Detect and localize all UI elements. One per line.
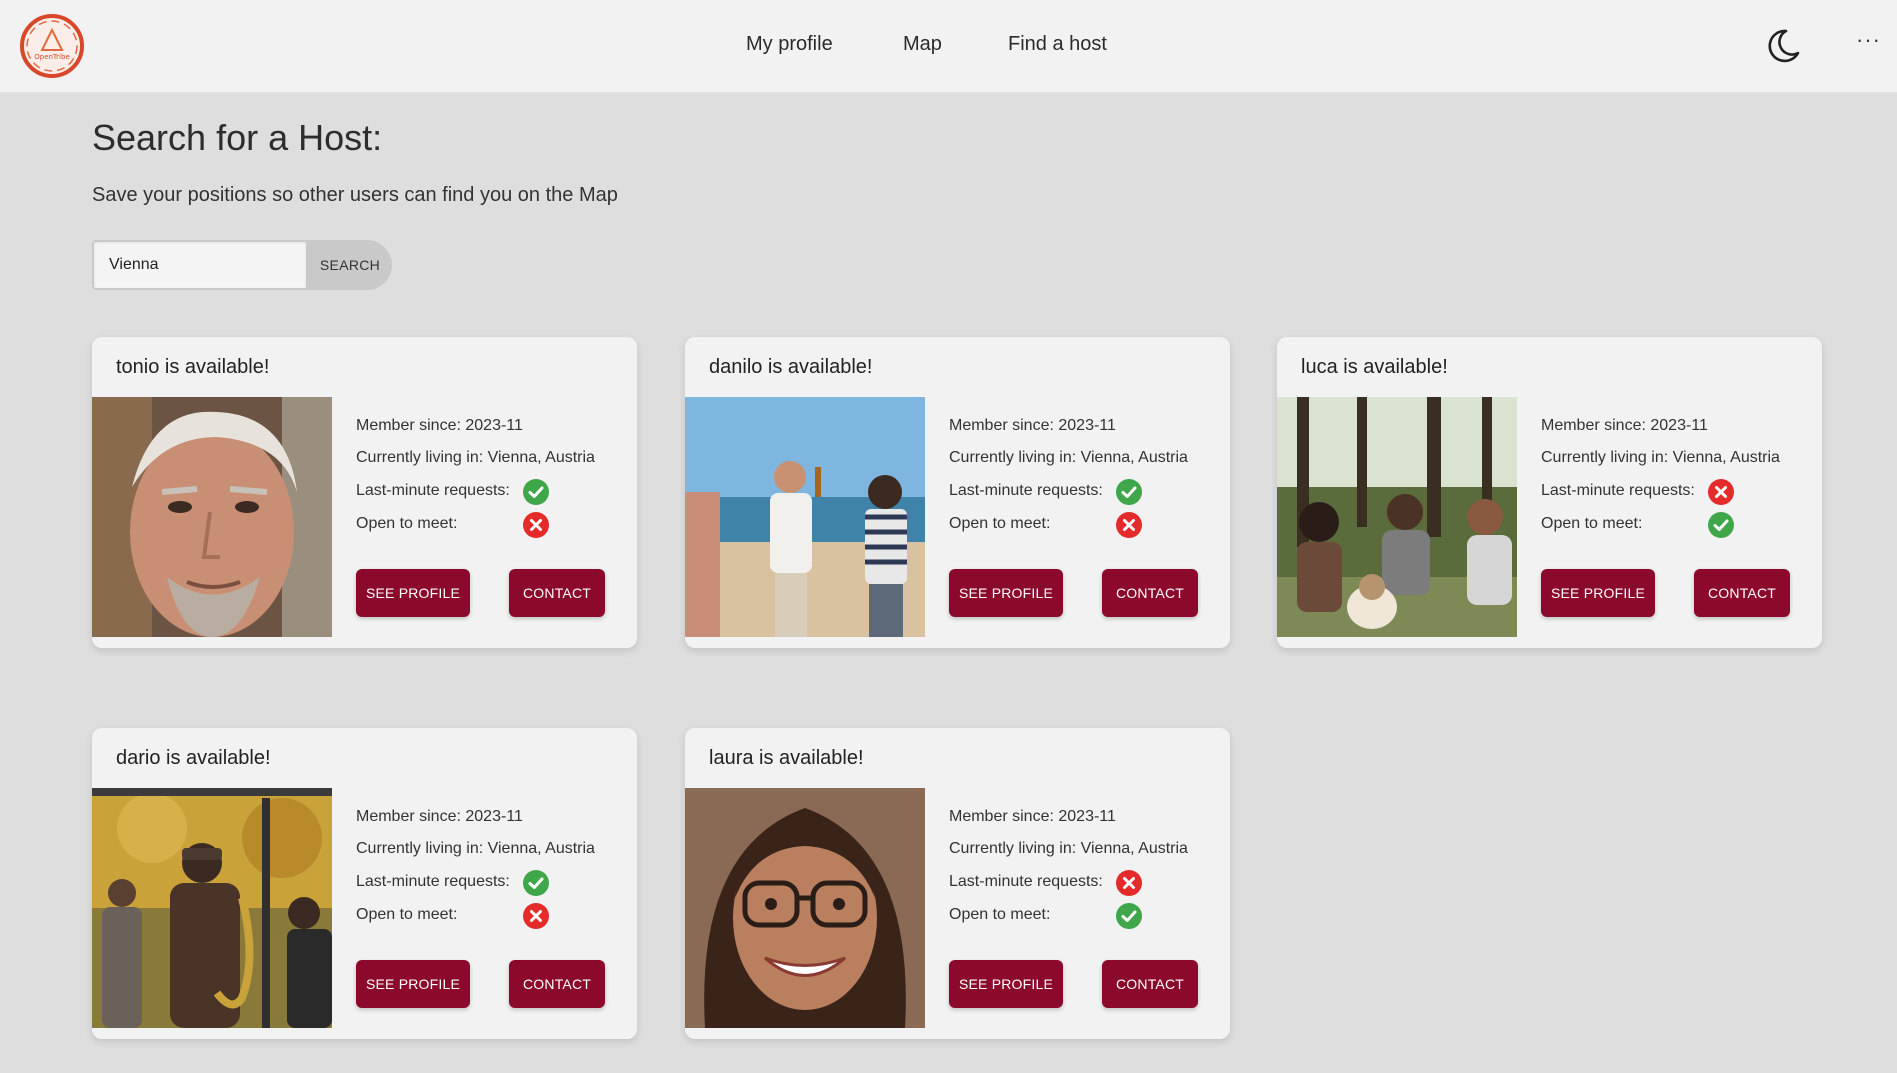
last-minute-label: Last-minute requests: xyxy=(356,873,510,890)
living-location: Currently living in: Vienna, Austria xyxy=(356,840,595,857)
nav-my-profile[interactable]: My profile xyxy=(746,33,833,56)
member-since: Member since: 2023-11 xyxy=(356,417,523,434)
host-card-title: danilo is available! xyxy=(709,356,873,378)
contact-button[interactable]: CONTACT xyxy=(1102,569,1198,617)
living-location: Currently living in: Vienna, Austria xyxy=(949,449,1188,466)
see-profile-button[interactable]: SEE PROFILE xyxy=(1541,569,1655,617)
open-to-meet-label: Open to meet: xyxy=(1541,515,1643,532)
host-photo xyxy=(92,397,332,637)
check-icon xyxy=(523,870,549,896)
nav-map[interactable]: Map xyxy=(903,33,942,56)
contact-button[interactable]: CONTACT xyxy=(1694,569,1790,617)
more-menu-button[interactable]: ··· xyxy=(1856,29,1881,51)
see-profile-button[interactable]: SEE PROFILE xyxy=(949,569,1063,617)
open-to-meet-label: Open to meet: xyxy=(356,906,458,923)
moon-icon[interactable] xyxy=(1764,27,1802,65)
last-minute-label: Last-minute requests: xyxy=(356,482,510,499)
contact-button[interactable]: CONTACT xyxy=(509,960,605,1008)
member-since: Member since: 2023-11 xyxy=(949,808,1116,825)
living-location: Currently living in: Vienna, Austria xyxy=(1541,449,1780,466)
living-location: Currently living in: Vienna, Austria xyxy=(356,449,595,466)
search-input[interactable] xyxy=(92,240,308,290)
host-card: laura is available! Member since: 2023-1… xyxy=(685,728,1230,1039)
member-since: Member since: 2023-11 xyxy=(356,808,523,825)
page-subtitle: Save your positions so other users can f… xyxy=(92,184,618,206)
host-photo xyxy=(685,397,925,637)
check-icon xyxy=(1116,903,1142,929)
check-icon xyxy=(1116,479,1142,505)
host-card: dario is available! Member since: 2023-1… xyxy=(92,728,637,1039)
main-nav: My profile Map Find a host xyxy=(0,0,1897,93)
check-icon xyxy=(1708,512,1734,538)
living-location: Currently living in: Vienna, Austria xyxy=(949,840,1188,857)
see-profile-button[interactable]: SEE PROFILE xyxy=(949,960,1063,1008)
search-button[interactable]: SEARCH xyxy=(308,240,392,290)
member-since: Member since: 2023-11 xyxy=(1541,417,1708,434)
cross-icon xyxy=(523,903,549,929)
contact-button[interactable]: CONTACT xyxy=(509,569,605,617)
search-bar: SEARCH xyxy=(92,240,392,290)
host-card: tonio is available! Member since: 2023-1… xyxy=(92,337,637,648)
page-title: Search for a Host: xyxy=(92,117,383,158)
open-to-meet-label: Open to meet: xyxy=(356,515,458,532)
host-card: luca is available! Member since: 2023-11… xyxy=(1277,337,1822,648)
host-card-title: tonio is available! xyxy=(116,356,270,378)
last-minute-label: Last-minute requests: xyxy=(949,873,1103,890)
member-since: Member since: 2023-11 xyxy=(949,417,1116,434)
cross-icon xyxy=(1708,479,1734,505)
see-profile-button[interactable]: SEE PROFILE xyxy=(356,569,470,617)
see-profile-button[interactable]: SEE PROFILE xyxy=(356,960,470,1008)
host-photo xyxy=(92,788,332,1028)
cross-icon xyxy=(1116,870,1142,896)
last-minute-label: Last-minute requests: xyxy=(1541,482,1695,499)
host-photo xyxy=(1277,397,1517,637)
host-card-title: laura is available! xyxy=(709,747,864,769)
open-to-meet-label: Open to meet: xyxy=(949,515,1051,532)
top-navbar: OpenTribe My profile Map Find a host ··· xyxy=(0,0,1897,93)
nav-find-a-host[interactable]: Find a host xyxy=(1008,33,1107,56)
last-minute-label: Last-minute requests: xyxy=(949,482,1103,499)
host-card-title: luca is available! xyxy=(1301,356,1448,378)
contact-button[interactable]: CONTACT xyxy=(1102,960,1198,1008)
cross-icon xyxy=(523,512,549,538)
check-icon xyxy=(523,479,549,505)
host-photo xyxy=(685,788,925,1028)
host-card-title: dario is available! xyxy=(116,747,271,769)
open-to-meet-label: Open to meet: xyxy=(949,906,1051,923)
cross-icon xyxy=(1116,512,1142,538)
host-card: danilo is available! Member since: 2023-… xyxy=(685,337,1230,648)
